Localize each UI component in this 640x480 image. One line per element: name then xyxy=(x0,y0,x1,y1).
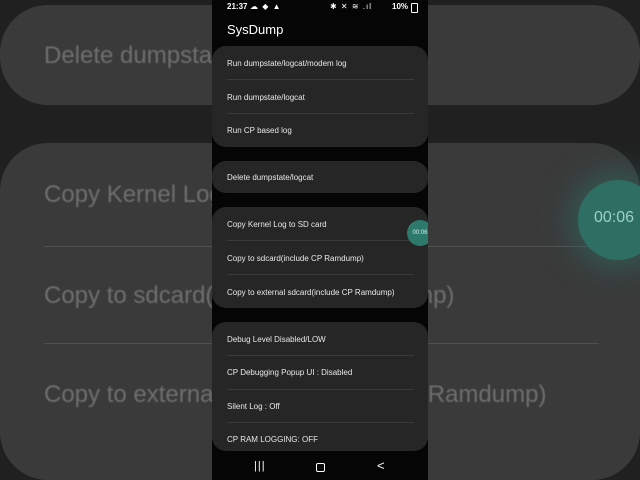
menu-item-cp-debugging-popup[interactable]: CP Debugging Popup UI : Disabled xyxy=(227,368,352,377)
section-debug-settings: Debug Level Disabled/LOW CP Debugging Po… xyxy=(212,322,428,451)
battery-percent: 10% xyxy=(392,2,409,11)
notification-icons: ☁ ◆ ▲ xyxy=(250,2,282,11)
menu-item-delete-dumpstate-logcat[interactable]: Delete dumpstate/logcat xyxy=(227,173,313,182)
separator xyxy=(227,422,414,423)
section-run-logs: Run dumpstate/logcat/modem log Run dumps… xyxy=(212,46,428,147)
menu-item-silent-log[interactable]: Silent Log : Off xyxy=(227,402,280,411)
phone-screen: 21:37 ☁ ◆ ▲ ✱ ✕ ≋ .ıl 10% SysDump Run du… xyxy=(212,0,428,480)
menu-item-cp-ram-logging[interactable]: CP RAM LOGGING: OFF xyxy=(227,435,318,444)
section-copy: Copy Kernel Log to SD card Copy to sdcar… xyxy=(212,207,428,308)
bg-timer-text: 00:06 xyxy=(594,209,635,226)
back-icon[interactable]: < xyxy=(377,458,385,473)
menu-item-debug-level[interactable]: Debug Level Disabled/LOW xyxy=(227,335,326,344)
menu-item-copy-to-sdcard[interactable]: Copy to sdcard(include CP Ramdump) xyxy=(227,254,364,263)
separator xyxy=(227,240,414,241)
navigation-bar: ||| < xyxy=(212,456,428,480)
battery-icon xyxy=(411,3,418,13)
separator xyxy=(227,113,414,114)
app-title: SysDump xyxy=(227,22,284,37)
recording-timer-bubble[interactable]: 00:06 xyxy=(407,220,428,246)
home-icon[interactable] xyxy=(316,463,325,472)
separator xyxy=(227,79,414,80)
section-delete: Delete dumpstate/logcat xyxy=(212,161,428,193)
menu-item-run-dumpstate-logcat[interactable]: Run dumpstate/logcat xyxy=(227,93,305,102)
separator xyxy=(227,355,414,356)
status-time: 21:37 xyxy=(227,2,248,11)
menu-item-copy-kernel-log[interactable]: Copy Kernel Log to SD card xyxy=(227,220,327,229)
menu-item-run-dumpstate-logcat-modem[interactable]: Run dumpstate/logcat/modem log xyxy=(227,59,347,68)
separator xyxy=(227,389,414,390)
separator xyxy=(227,274,414,275)
menu-item-copy-to-external-sdcard[interactable]: Copy to external sdcard(include CP Ramdu… xyxy=(227,288,394,297)
signal-icons: ✱ ✕ ≋ .ıl xyxy=(330,2,372,11)
status-bar: 21:37 ☁ ◆ ▲ ✱ ✕ ≋ .ıl 10% xyxy=(212,0,428,14)
recents-icon[interactable]: ||| xyxy=(254,460,266,472)
menu-item-run-cp-based-log[interactable]: Run CP based log xyxy=(227,126,292,135)
